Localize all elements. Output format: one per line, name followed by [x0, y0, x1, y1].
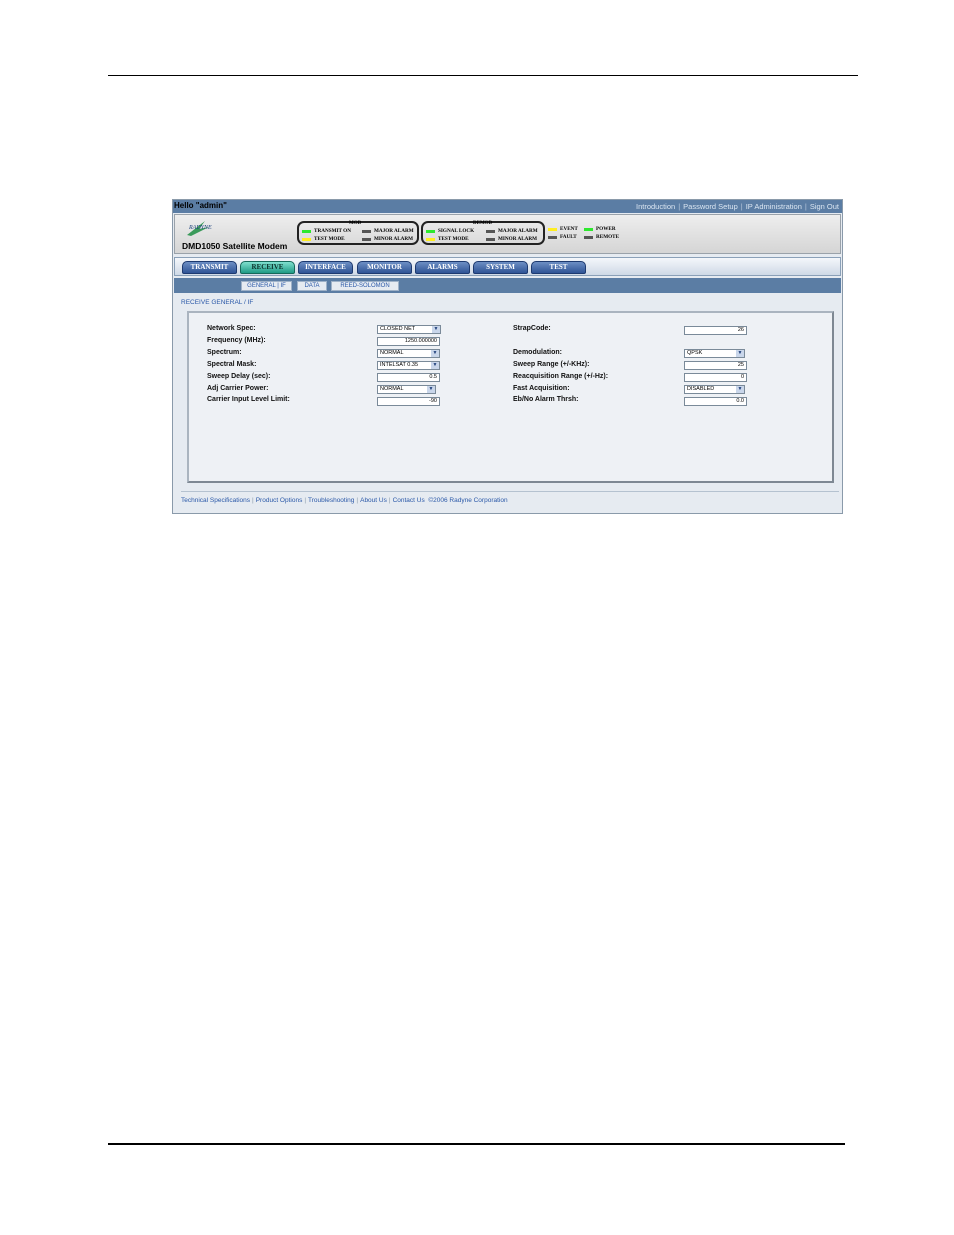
adj-carrier-power-select[interactable]: NORMAL ▼ [377, 385, 436, 394]
tab-transmit[interactable]: TRANSMIT [182, 261, 237, 274]
section-title: RECEIVE GENERAL / IF [181, 299, 254, 306]
label-ebno-alarm-thrsh: Eb/No Alarm Thrsh: [513, 396, 579, 403]
reacquisition-range-input[interactable]: 0 [684, 373, 747, 382]
chevron-down-icon: ▼ [432, 326, 440, 333]
technical-specifications-link[interactable]: Technical Specifications [181, 497, 250, 504]
chevron-down-icon: ▼ [431, 350, 439, 357]
tab-receive[interactable]: RECEIVE [240, 261, 295, 274]
product-options-link[interactable]: Product Options [256, 497, 303, 504]
spectral-mask-select[interactable]: INTELSAT 0.35 ▼ [377, 361, 440, 370]
carrier-input-level-input[interactable]: -90 [377, 397, 440, 406]
network-spec-select[interactable]: CLOSED NET ▼ [377, 325, 441, 334]
product-name: DMD1050 Satellite Modem [182, 241, 288, 251]
led-power: POWER [584, 226, 616, 232]
footer-links: Technical Specifications | Product Options… [181, 497, 508, 504]
led-fault: FAULT [548, 234, 577, 240]
troubleshooting-link[interactable]: Troubleshooting [308, 497, 354, 504]
top-bar: Hello "admin" Introduction | Password Setu… [173, 200, 842, 213]
label-reacquisition-range: Reacquisition Range (+/-Hz): [513, 373, 609, 380]
label-demodulation: Demodulation: [513, 349, 562, 356]
sign-out-link[interactable]: Sign Out [810, 202, 839, 211]
logo-text: RADYNE [189, 225, 212, 231]
spectrum-select[interactable]: NORMAL ▼ [377, 349, 440, 358]
mod-led-group: MOD TRANSMIT ON MAJOR ALARM TEST MODE MI… [297, 221, 419, 245]
led-indicator-icon [486, 237, 495, 241]
led-signal-lock: SIGNAL LOCK [426, 228, 474, 234]
subtab-general-if[interactable]: GENERAL | IF [241, 281, 292, 291]
label-spectrum: Spectrum: [207, 349, 242, 356]
chevron-down-icon: ▼ [427, 386, 435, 393]
label-frequency: Frequency (MHz): [207, 337, 266, 344]
password-setup-link[interactable]: Password Setup [683, 202, 738, 211]
label-fast-acquisition: Fast Acquisition: [513, 385, 570, 392]
label-network-spec: Network Spec: [207, 325, 256, 332]
led-indicator-icon [302, 229, 311, 233]
led-transmit-on: TRANSMIT ON [302, 228, 351, 234]
footer-divider [181, 491, 839, 492]
top-links: Introduction | Password Setup | IP Administr… [635, 202, 839, 211]
copyright: ©2006 Radyne Corporation [428, 497, 508, 504]
main-tab-bar: TRANSMIT RECEIVE INTERFACE MONITOR ALARM… [174, 257, 841, 276]
led-indicator-icon [362, 237, 371, 241]
ebno-alarm-thrsh-input[interactable]: 0.0 [684, 397, 747, 406]
led-indicator-icon [486, 229, 495, 233]
led-event: EVENT [548, 226, 578, 232]
led-indicator-icon [362, 229, 371, 233]
page-bottom-rule [108, 1143, 845, 1145]
introduction-link[interactable]: Introduction [636, 202, 675, 211]
demodulation-select[interactable]: QPSK ▼ [684, 349, 745, 358]
led-demod-major-alarm: MAJOR ALARM [486, 228, 538, 234]
about-us-link[interactable]: About Us [360, 497, 387, 504]
label-strapcode: StrapCode: [513, 325, 551, 332]
led-indicator-icon [426, 229, 435, 233]
contact-us-link[interactable]: Contact Us [393, 497, 425, 504]
device-header: RADYNE DMD1050 Satellite Modem MOD TRANS… [174, 214, 841, 254]
ip-administration-link[interactable]: IP Administration [746, 202, 802, 211]
label-sweep-range: Sweep Range (+/-KHz): [513, 361, 590, 368]
led-mod-test-mode: TEST MODE [302, 236, 345, 242]
label-sweep-delay: Sweep Delay (sec): [207, 373, 271, 380]
label-adj-carrier-power: Adj Carrier Power: [207, 385, 269, 392]
led-indicator-icon [302, 237, 311, 241]
led-indicator-icon [584, 227, 593, 231]
chevron-down-icon: ▼ [736, 350, 744, 357]
label-carrier-input-level: Carrier Input Level Limit: [207, 396, 290, 403]
web-ui-screenshot: Hello "admin" Introduction | Password Setu… [172, 199, 843, 514]
greeting: Hello "admin" [174, 201, 227, 210]
led-mod-minor-alarm: MINOR ALARM [362, 236, 413, 242]
demod-group-title: DEMOD [473, 221, 493, 226]
subtab-reed-solomon[interactable]: REED-SOLOMON [331, 281, 399, 291]
led-indicator-icon [548, 227, 557, 231]
led-indicator-icon [426, 237, 435, 241]
tab-interface[interactable]: INTERFACE [298, 261, 353, 274]
tab-monitor[interactable]: MONITOR [357, 261, 412, 274]
chevron-down-icon: ▼ [431, 362, 439, 369]
led-demod-test-mode: TEST MODE [426, 236, 469, 242]
led-demod-minor-alarm: MINOR ALARM [486, 236, 537, 242]
led-indicator-icon [548, 235, 557, 239]
subtab-data[interactable]: DATA [297, 281, 327, 291]
fast-acquisition-select[interactable]: DISABLED ▼ [684, 385, 745, 394]
demod-led-group: DEMOD SIGNAL LOCK MAJOR ALARM TEST MODE … [421, 221, 545, 245]
led-mod-major-alarm: MAJOR ALARM [362, 228, 414, 234]
sub-tab-bar: GENERAL | IF DATA REED-SOLOMON [174, 278, 841, 293]
receive-settings-panel: Network Spec: CLOSED NET ▼ Frequency (MHz… [187, 311, 834, 483]
tab-system[interactable]: SYSTEM [473, 261, 528, 274]
frequency-input[interactable]: 1250.000000 [377, 337, 440, 346]
tab-test[interactable]: TEST [531, 261, 586, 274]
mod-group-title: MOD [349, 221, 362, 226]
strapcode-input[interactable]: 26 [684, 326, 747, 335]
sweep-delay-input[interactable]: 0.5 [377, 373, 440, 382]
led-indicator-icon [584, 235, 593, 239]
sweep-range-input[interactable]: 25 [684, 361, 747, 370]
label-spectral-mask: Spectral Mask: [207, 361, 257, 368]
led-remote: REMOTE [584, 234, 619, 240]
tab-alarms[interactable]: ALARMS [415, 261, 470, 274]
chevron-down-icon: ▼ [736, 386, 744, 393]
page-top-rule [108, 75, 858, 76]
